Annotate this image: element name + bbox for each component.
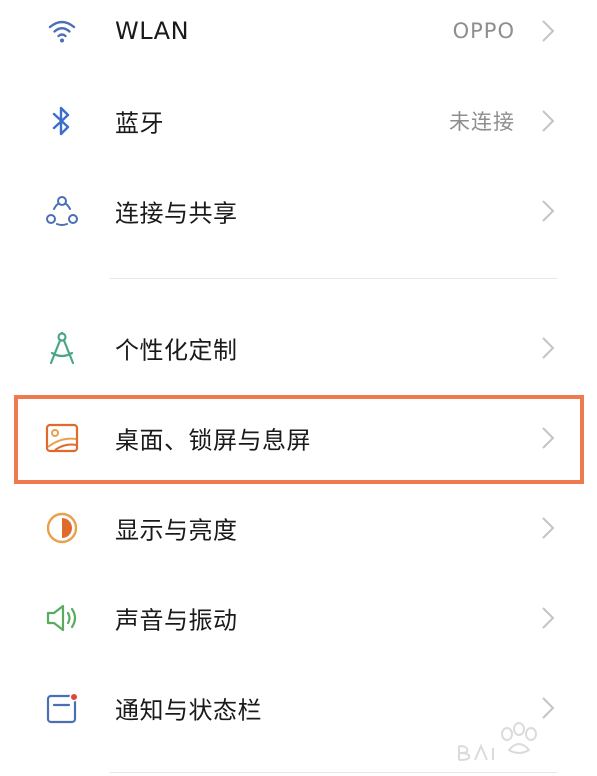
settings-item-label: 通知与状态栏: [115, 696, 262, 725]
settings-item-personalization[interactable]: 个性化定制: [0, 303, 597, 393]
chevron-right-icon: [542, 200, 555, 222]
notification-icon: [42, 688, 82, 728]
highlight-box: [14, 395, 584, 484]
settings-item-bluetooth[interactable]: 蓝牙 未连接: [0, 76, 597, 166]
settings-item-connect-share[interactable]: 连接与共享: [0, 166, 597, 256]
chevron-right-icon: [542, 20, 555, 42]
wifi-icon: [42, 11, 82, 51]
section-divider: [110, 772, 557, 773]
settings-item-label: 个性化定制: [115, 336, 238, 365]
compass-icon: [42, 328, 82, 368]
settings-item-value: OPPO: [452, 19, 515, 43]
chevron-right-icon: [542, 110, 555, 132]
bluetooth-icon: [42, 101, 82, 141]
settings-item-label: 显示与亮度: [115, 516, 238, 545]
chevron-right-icon: [542, 337, 555, 359]
settings-item-value: 未连接: [449, 110, 515, 134]
watermark-logo: [458, 722, 537, 761]
section-divider: [110, 278, 557, 279]
chevron-right-icon: [542, 517, 555, 539]
settings-item-display-brightness[interactable]: 显示与亮度: [0, 483, 597, 573]
speaker-icon: [42, 598, 82, 638]
settings-item-sound-vibration[interactable]: 声音与振动: [0, 573, 597, 663]
share-connect-icon: [42, 191, 82, 231]
settings-item-wlan[interactable]: WLAN OPPO: [0, 0, 597, 76]
brightness-icon: [42, 508, 82, 548]
settings-item-label: 连接与共享: [115, 199, 238, 228]
chevron-right-icon: [542, 607, 555, 629]
settings-item-label: WLAN: [115, 17, 190, 45]
settings-item-label: 蓝牙: [115, 109, 164, 138]
settings-item-label: 声音与振动: [115, 606, 238, 635]
